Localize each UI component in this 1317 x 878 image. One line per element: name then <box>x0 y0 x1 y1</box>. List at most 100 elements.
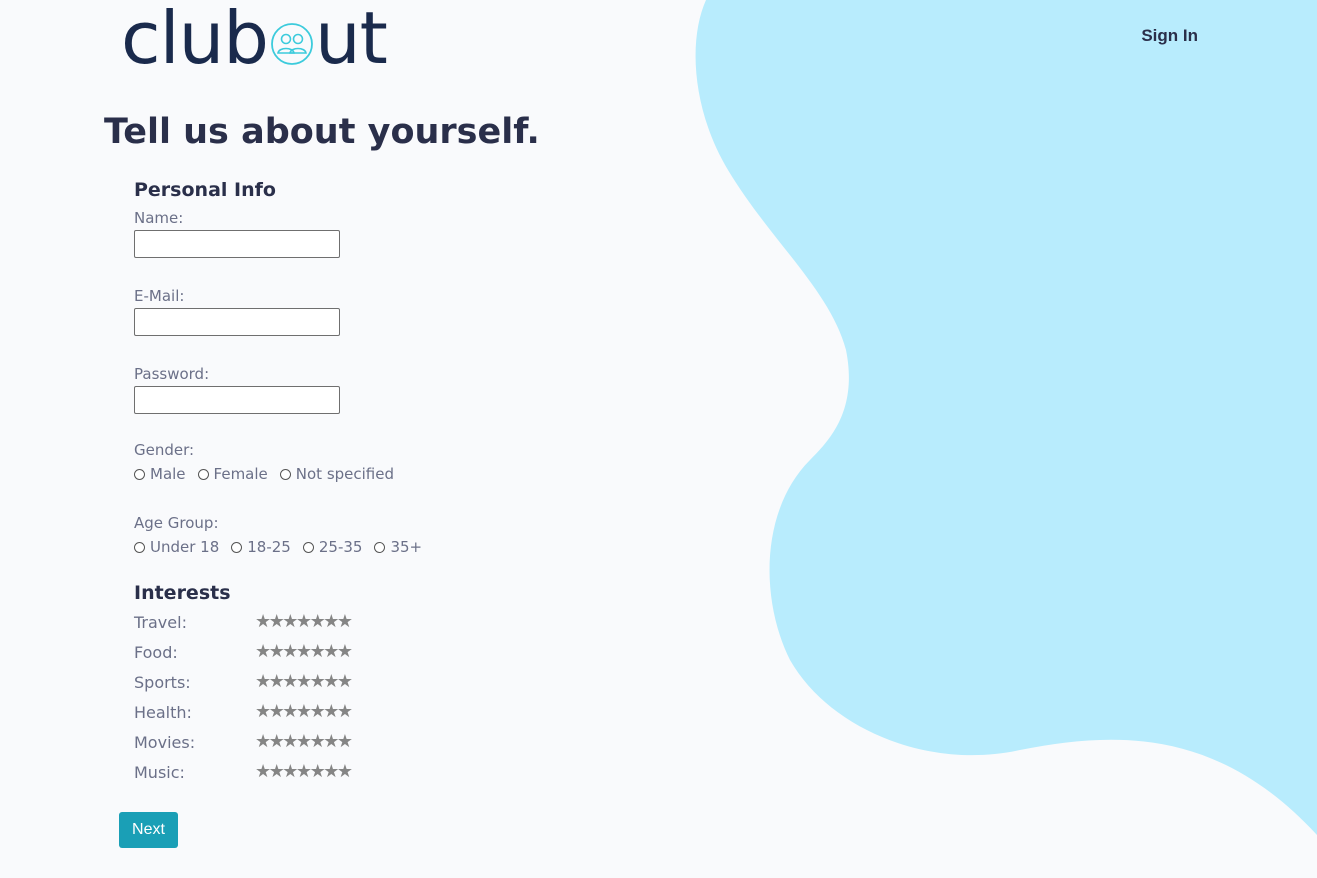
star-icon[interactable]: ★ <box>269 613 285 631</box>
star-icon[interactable]: ★ <box>337 613 353 631</box>
star-icon[interactable]: ★ <box>323 733 339 751</box>
interest-list: Travel: ★ ★ ★ ★ ★ ★ ★ Food: ★ ★ ★ ★ ★ ★ ★ Sports: ★ ★… <box>134 607 554 787</box>
age-option-label: 25-35 <box>318 538 363 556</box>
email-field-group: E-Mail: <box>134 286 554 336</box>
star-icon[interactable]: ★ <box>269 763 285 781</box>
radio-button[interactable] <box>197 468 209 480</box>
name-input[interactable] <box>134 230 340 258</box>
age-group: Age Group: Under 18 18-25 25-35 35+ <box>134 513 554 557</box>
star-icon[interactable]: ★ <box>296 673 312 691</box>
gender-option-label: Female <box>213 465 268 483</box>
star-icon[interactable]: ★ <box>337 763 353 781</box>
star-icon[interactable]: ★ <box>296 733 312 751</box>
interest-label: Health: <box>134 702 192 722</box>
radio-button[interactable] <box>302 541 314 553</box>
logo-text-prefix: club <box>121 0 269 80</box>
star-icon[interactable]: ★ <box>310 763 326 781</box>
gender-group: Gender: Male Female Not specified <box>134 440 554 484</box>
star-icon[interactable]: ★ <box>337 673 353 691</box>
age-option-label: 35+ <box>390 538 423 556</box>
gender-option-label: Not specified <box>295 465 395 483</box>
age-radio-18-25[interactable]: 18-25 <box>231 537 291 557</box>
star-icon[interactable]: ★ <box>282 643 298 661</box>
star-icon[interactable]: ★ <box>255 613 271 631</box>
signup-form: Personal Info Name: E-Mail: Password: Ge… <box>134 176 554 787</box>
age-radio-35-plus[interactable]: 35+ <box>374 537 422 557</box>
brand-logo[interactable]: club ut <box>121 0 388 80</box>
star-icon[interactable]: ★ <box>323 673 339 691</box>
star-icon[interactable]: ★ <box>269 643 285 661</box>
radio-button[interactable] <box>134 541 145 553</box>
star-icon[interactable]: ★ <box>310 733 326 751</box>
star-icon[interactable]: ★ <box>323 643 339 661</box>
interests-heading: Interests <box>134 582 231 604</box>
interest-label: Music: <box>134 762 185 782</box>
gender-label: Gender: <box>134 441 195 459</box>
age-radio-under-18[interactable]: Under 18 <box>134 537 219 557</box>
email-input[interactable] <box>134 308 340 336</box>
star-icon[interactable]: ★ <box>282 763 298 781</box>
age-radio-25-35[interactable]: 25-35 <box>302 537 363 557</box>
star-icon[interactable]: ★ <box>282 673 298 691</box>
star-icon[interactable]: ★ <box>296 643 312 661</box>
interest-row-music: Music: ★ ★ ★ ★ ★ ★ ★ <box>134 757 554 787</box>
name-label: Name: <box>134 209 184 227</box>
age-option-label: 18-25 <box>247 538 291 556</box>
radio-button[interactable] <box>231 541 243 553</box>
gender-radio-female[interactable]: Female <box>197 464 268 484</box>
star-icon[interactable]: ★ <box>337 643 353 661</box>
star-icon[interactable]: ★ <box>310 643 326 661</box>
star-icon[interactable]: ★ <box>255 763 271 781</box>
star-rating[interactable]: ★ ★ ★ ★ ★ ★ ★ <box>255 733 353 751</box>
star-icon[interactable]: ★ <box>255 703 271 721</box>
star-icon[interactable]: ★ <box>323 613 339 631</box>
gender-radio-male[interactable]: Male <box>134 464 186 484</box>
email-label: E-Mail: <box>134 287 185 305</box>
password-label: Password: <box>134 365 210 383</box>
star-icon[interactable]: ★ <box>282 703 298 721</box>
interest-label: Travel: <box>134 612 187 632</box>
star-rating[interactable]: ★ ★ ★ ★ ★ ★ ★ <box>255 643 353 661</box>
radio-button[interactable] <box>134 468 145 480</box>
star-icon[interactable]: ★ <box>269 733 285 751</box>
radio-button[interactable] <box>374 541 386 553</box>
password-input[interactable] <box>134 386 340 414</box>
star-icon[interactable]: ★ <box>337 703 353 721</box>
star-icon[interactable]: ★ <box>255 733 271 751</box>
personal-info-heading: Personal Info <box>134 179 276 201</box>
star-rating[interactable]: ★ ★ ★ ★ ★ ★ ★ <box>255 673 353 691</box>
interest-label: Sports: <box>134 672 191 692</box>
star-icon[interactable]: ★ <box>255 673 271 691</box>
star-rating[interactable]: ★ ★ ★ ★ ★ ★ ★ <box>255 763 353 781</box>
star-icon[interactable]: ★ <box>310 673 326 691</box>
star-icon[interactable]: ★ <box>323 703 339 721</box>
star-icon[interactable]: ★ <box>282 613 298 631</box>
gender-option-label: Male <box>150 465 186 483</box>
star-icon[interactable]: ★ <box>282 733 298 751</box>
star-icon[interactable]: ★ <box>323 763 339 781</box>
star-rating[interactable]: ★ ★ ★ ★ ★ ★ ★ <box>255 703 353 721</box>
name-field-group: Name: <box>134 208 554 258</box>
interest-row-health: Health: ★ ★ ★ ★ ★ ★ ★ <box>134 697 554 727</box>
star-icon[interactable]: ★ <box>296 763 312 781</box>
star-icon[interactable]: ★ <box>296 703 312 721</box>
interest-label: Movies: <box>134 732 196 752</box>
star-icon[interactable]: ★ <box>296 613 312 631</box>
gender-radio-not-specified[interactable]: Not specified <box>279 464 395 484</box>
sign-in-link[interactable]: Sign In <box>1141 26 1198 46</box>
star-icon[interactable]: ★ <box>337 733 353 751</box>
star-icon[interactable]: ★ <box>310 703 326 721</box>
star-rating[interactable]: ★ ★ ★ ★ ★ ★ ★ <box>255 613 353 631</box>
star-icon[interactable]: ★ <box>255 643 271 661</box>
age-group-options: Under 18 18-25 25-35 35+ <box>134 537 554 557</box>
next-button[interactable]: Next <box>119 812 178 848</box>
gender-options: Male Female Not specified <box>134 464 554 484</box>
star-icon[interactable]: ★ <box>269 703 285 721</box>
interest-row-sports: Sports: ★ ★ ★ ★ ★ ★ ★ <box>134 667 554 697</box>
star-icon[interactable]: ★ <box>269 673 285 691</box>
interest-row-food: Food: ★ ★ ★ ★ ★ ★ ★ <box>134 637 554 667</box>
interest-row-travel: Travel: ★ ★ ★ ★ ★ ★ ★ <box>134 607 554 637</box>
star-icon[interactable]: ★ <box>310 613 326 631</box>
age-group-label: Age Group: <box>134 514 219 532</box>
radio-button[interactable] <box>279 468 291 480</box>
